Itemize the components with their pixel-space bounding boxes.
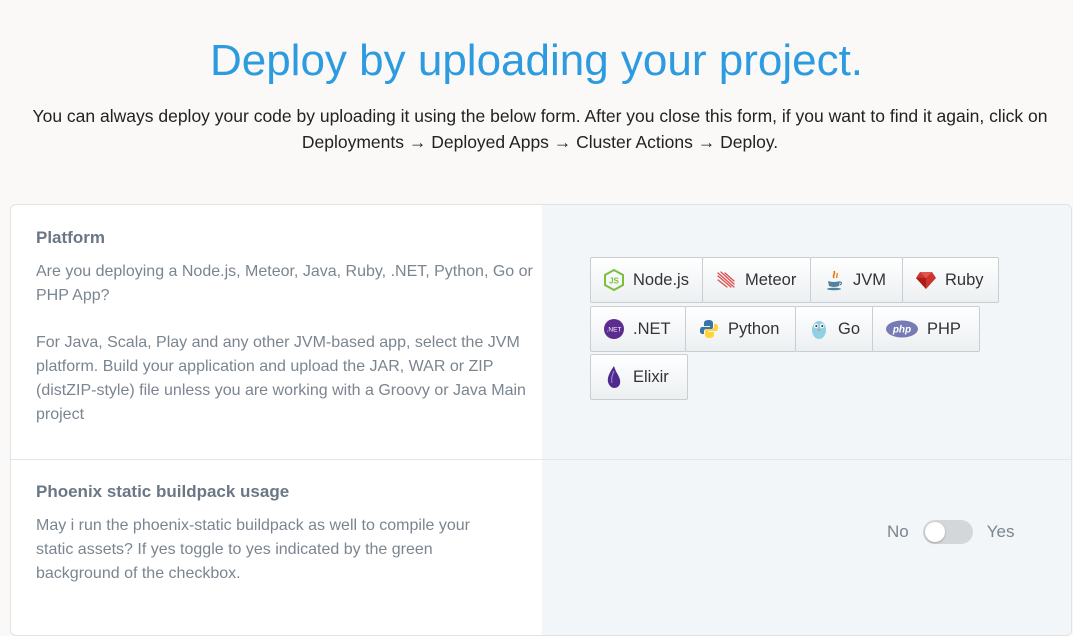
platform-label: Meteor	[745, 270, 797, 289]
toggle-knob	[924, 522, 945, 542]
platform-options-panel: JS Node.js Meteor JVM Ruby .NET .NET Pyt…	[542, 205, 1071, 459]
platform-label: Go	[838, 319, 861, 338]
platform-label: Elixir	[633, 367, 669, 386]
platform-python-button[interactable]: Python	[685, 306, 796, 352]
python-icon	[698, 318, 720, 340]
deploy-form-card: Platform Are you deploying a Node.js, Me…	[10, 204, 1072, 636]
platform-ruby-button[interactable]: Ruby	[902, 257, 999, 303]
platform-label: Node.js	[633, 270, 689, 289]
svg-text:JS: JS	[609, 277, 619, 286]
platform-label: Ruby	[945, 270, 984, 289]
go-gopher-icon	[808, 318, 830, 340]
phoenix-options-panel: No Yes	[542, 460, 1071, 635]
phoenix-section: Phoenix static buildpack usage May i run…	[11, 460, 1071, 635]
platform-label: .NET	[633, 319, 671, 338]
platform-elixir-button[interactable]: Elixir	[590, 354, 688, 400]
platform-label: Python	[728, 319, 780, 338]
platform-label: PHP	[927, 319, 961, 338]
phoenix-title: Phoenix static buildpack usage	[36, 482, 290, 501]
platform-nodejs-button[interactable]: JS Node.js	[590, 257, 703, 303]
dotnet-icon-text: .NET	[607, 327, 622, 334]
toggle-yes-label: Yes	[986, 522, 1015, 541]
platform-section: Platform Are you deploying a Node.js, Me…	[11, 205, 1071, 460]
intro-line-2: Deployments → Deployed Apps → Cluster Ac…	[301, 132, 779, 152]
intro-text: You can always deploy your code by uploa…	[20, 103, 1060, 155]
page-title: Deploy by uploading your project.	[209, 36, 864, 85]
nodejs-icon: JS	[603, 269, 625, 291]
php-icon: php	[885, 318, 919, 340]
platform-title: Platform	[36, 228, 105, 247]
platform-go-button[interactable]: Go	[795, 306, 874, 352]
phoenix-desc: May i run the phoenix-static buildpack a…	[36, 517, 470, 582]
platform-dotnet-button[interactable]: .NET .NET	[590, 306, 686, 352]
dotnet-icon: .NET	[603, 318, 625, 340]
platform-jvm-button[interactable]: JVM	[810, 257, 903, 303]
platform-php-button[interactable]: php PHP	[872, 306, 980, 352]
platform-desc-2: For Java, Scala, Play and any other JVM-…	[36, 334, 526, 423]
phoenix-toggle-group: No Yes	[887, 520, 1014, 544]
intro-line-1: You can always deploy your code by uploa…	[32, 106, 1048, 126]
ruby-icon	[915, 269, 937, 291]
platform-desc-1: Are you deploying a Node.js, Meteor, Jav…	[36, 263, 533, 304]
toggle-no-label: No	[887, 522, 909, 541]
elixir-icon	[603, 366, 625, 388]
php-icon-text: php	[892, 325, 911, 336]
platform-meteor-button[interactable]: Meteor	[702, 257, 811, 303]
java-icon	[823, 269, 845, 291]
meteor-icon	[715, 269, 737, 291]
phoenix-static-toggle[interactable]	[922, 520, 973, 544]
platform-label: JVM	[853, 270, 886, 289]
